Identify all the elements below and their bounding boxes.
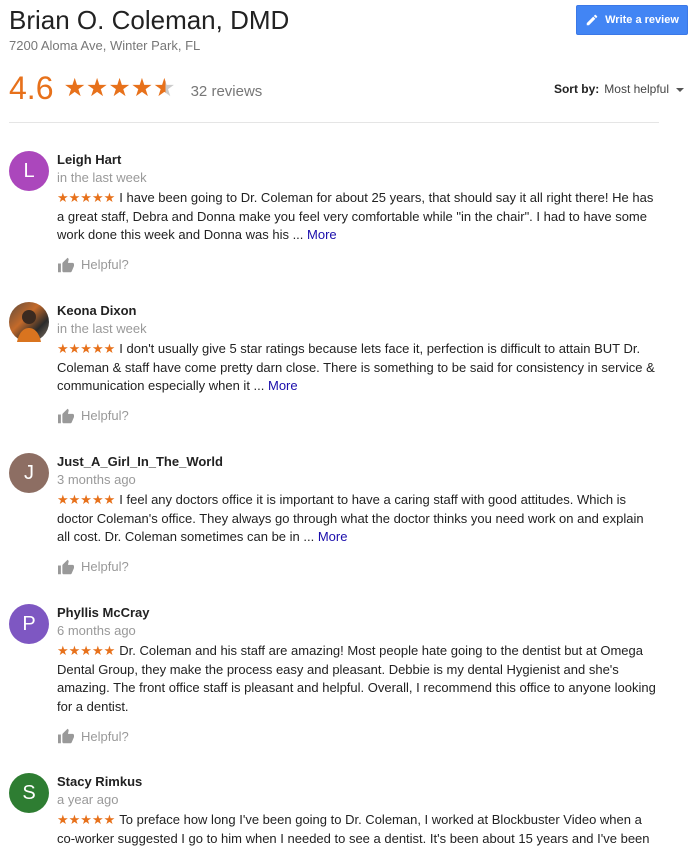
avatar[interactable]: S: [9, 773, 49, 813]
sort-value: Most helpful: [604, 82, 669, 96]
helpful-label: Helpful?: [81, 408, 129, 423]
rating-summary: 4.6 ★ ★ ★ ★ ★ 32 reviews: [9, 68, 262, 108]
review-body: Dr. Coleman and his staff are amazing! M…: [57, 643, 656, 714]
helpful-button[interactable]: Helpful?: [57, 559, 657, 575]
avatar[interactable]: [9, 302, 49, 342]
review-body: To preface how long I've been going to D…: [57, 812, 650, 846]
review-time: 3 months ago: [57, 472, 136, 487]
star-icon: ★: [130, 74, 154, 102]
review-time: 6 months ago: [57, 623, 136, 638]
review-time: in the last week: [57, 321, 147, 336]
review-time: in the last week: [57, 170, 147, 185]
star-icon: ★: [108, 74, 131, 102]
thumbs-up-icon: [58, 728, 74, 744]
thumbs-up-icon: [58, 408, 74, 423]
sort-dropdown[interactable]: Sort by: Most helpful: [554, 82, 684, 96]
avatar[interactable]: J: [9, 453, 49, 493]
reviewer-name[interactable]: Leigh Hart: [57, 151, 657, 169]
reviewer-name[interactable]: Phyllis McCray: [57, 604, 657, 622]
helpful-button[interactable]: Helpful?: [57, 257, 657, 273]
review-text: ★★★★★ I have been going to Dr. Coleman fo…: [57, 189, 657, 245]
thumbs-up-icon: [58, 559, 74, 574]
review-time: a year ago: [57, 792, 119, 807]
review-text: ★★★★★ I feel any doctors office it is imp…: [57, 491, 657, 547]
avatar[interactable]: P: [9, 604, 49, 644]
thumbs-up-icon: [58, 257, 74, 272]
reviewer-name[interactable]: Stacy Rimkus: [57, 773, 657, 791]
helpful-button[interactable]: Helpful?: [57, 408, 657, 424]
write-review-button[interactable]: Write a review: [576, 5, 688, 35]
review-text: ★★★★★ I don't usually give 5 star ratings…: [57, 340, 657, 396]
helpful-label: Helpful?: [81, 257, 129, 272]
divider: [9, 122, 659, 123]
review-stars: ★★★★★: [57, 341, 116, 356]
helpful-label: Helpful?: [81, 728, 129, 744]
place-address: 7200 Aloma Ave, Winter Park, FL: [9, 38, 201, 53]
reviewer-name[interactable]: Just_A_Girl_In_The_World: [57, 453, 657, 471]
avatar[interactable]: L: [9, 151, 49, 191]
half-star-icon: ★: [153, 68, 175, 108]
more-link[interactable]: More: [307, 227, 337, 242]
review-text: ★★★★★ To preface how long I've been going…: [57, 811, 657, 848]
star-icon: ★: [63, 74, 86, 102]
place-header: Brian O. Coleman, DMD 7200 Aloma Ave, Wi…: [9, 4, 698, 124]
rating-stars: ★ ★ ★ ★ ★: [63, 68, 175, 108]
review-text: ★★★★★ Dr. Coleman and his staff are amazi…: [57, 642, 657, 716]
star-icon: ★: [85, 74, 109, 102]
write-review-label: Write a review: [605, 14, 679, 26]
review-body: I have been going to Dr. Coleman for abo…: [57, 190, 654, 242]
helpful-button[interactable]: Helpful?: [57, 728, 657, 744]
sort-label: Sort by:: [553, 82, 600, 96]
more-link[interactable]: More: [318, 529, 348, 544]
reviewer-name[interactable]: Keona Dixon: [57, 302, 657, 320]
chevron-down-icon: [676, 88, 684, 92]
helpful-label: Helpful?: [81, 559, 129, 574]
review-stars: ★★★★★: [57, 812, 116, 827]
review-stars: ★★★★★: [57, 492, 116, 507]
review-stars: ★★★★★: [57, 643, 116, 658]
more-link[interactable]: More: [268, 378, 298, 393]
pencil-icon: [586, 14, 598, 26]
reviews-count[interactable]: 32 reviews: [191, 83, 263, 100]
rating-value: 4.6: [9, 70, 54, 106]
review-body: I feel any doctors office it is importan…: [57, 492, 644, 544]
review-body: I don't usually give 5 star ratings beca…: [57, 341, 655, 393]
review-stars: ★★★★★: [57, 190, 116, 205]
person-photo-icon: [17, 310, 41, 342]
